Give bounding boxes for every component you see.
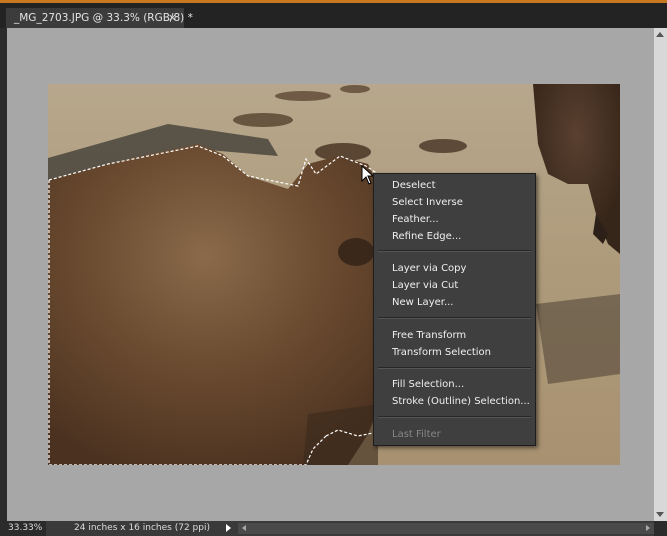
horizontal-scrollbar[interactable] [238, 523, 654, 534]
close-icon[interactable]: × [168, 8, 177, 28]
vertical-scrollbar[interactable] [654, 28, 667, 521]
menu-item-stroke-selection[interactable]: Stroke (Outline) Selection... [392, 394, 530, 410]
menu-item-free-transform[interactable]: Free Transform [392, 328, 466, 344]
scroll-right-icon[interactable] [646, 525, 650, 531]
menu-item-layer-via-copy[interactable]: Layer via Copy [392, 261, 466, 277]
menu-item-feather[interactable]: Feather... [392, 212, 439, 228]
scroll-down-icon[interactable] [656, 512, 664, 517]
menu-item-transform-selection[interactable]: Transform Selection [392, 345, 491, 361]
menu-item-select-inverse[interactable]: Select Inverse [392, 195, 463, 211]
zoom-level[interactable]: 33.33% [0, 521, 46, 536]
menu-item-new-layer[interactable]: New Layer... [392, 295, 454, 311]
menu-item-refine-edge[interactable]: Refine Edge... [392, 229, 461, 245]
scroll-up-icon[interactable] [656, 32, 664, 37]
document-size: 24 inches x 16 inches (72 ppi) [74, 523, 210, 533]
status-bar: 33.33% 24 inches x 16 inches (72 ppi) [0, 521, 667, 536]
scroll-left-icon[interactable] [242, 525, 246, 531]
menu-separator [378, 250, 531, 252]
menu-separator [378, 367, 531, 369]
status-menu-arrow-icon[interactable] [226, 524, 231, 532]
document-tab-title: _MG_2703.JPG @ 33.3% (RGB/8) * [14, 12, 193, 24]
menu-item-layer-via-cut[interactable]: Layer via Cut [392, 278, 458, 294]
menu-item-deselect[interactable]: Deselect [392, 178, 436, 194]
menu-item-fill-selection[interactable]: Fill Selection... [392, 377, 464, 393]
context-menu: Deselect Select Inverse Feather... Refin… [373, 173, 536, 446]
document-tab[interactable]: _MG_2703.JPG @ 33.3% (RGB/8) * × [6, 8, 193, 28]
menu-separator [378, 317, 531, 319]
menu-separator [378, 416, 531, 418]
menu-item-last-filter: Last Filter [392, 429, 441, 440]
scrollbar-corner [654, 521, 667, 536]
document-tab-bar: _MG_2703.JPG @ 33.3% (RGB/8) * × [0, 3, 667, 28]
